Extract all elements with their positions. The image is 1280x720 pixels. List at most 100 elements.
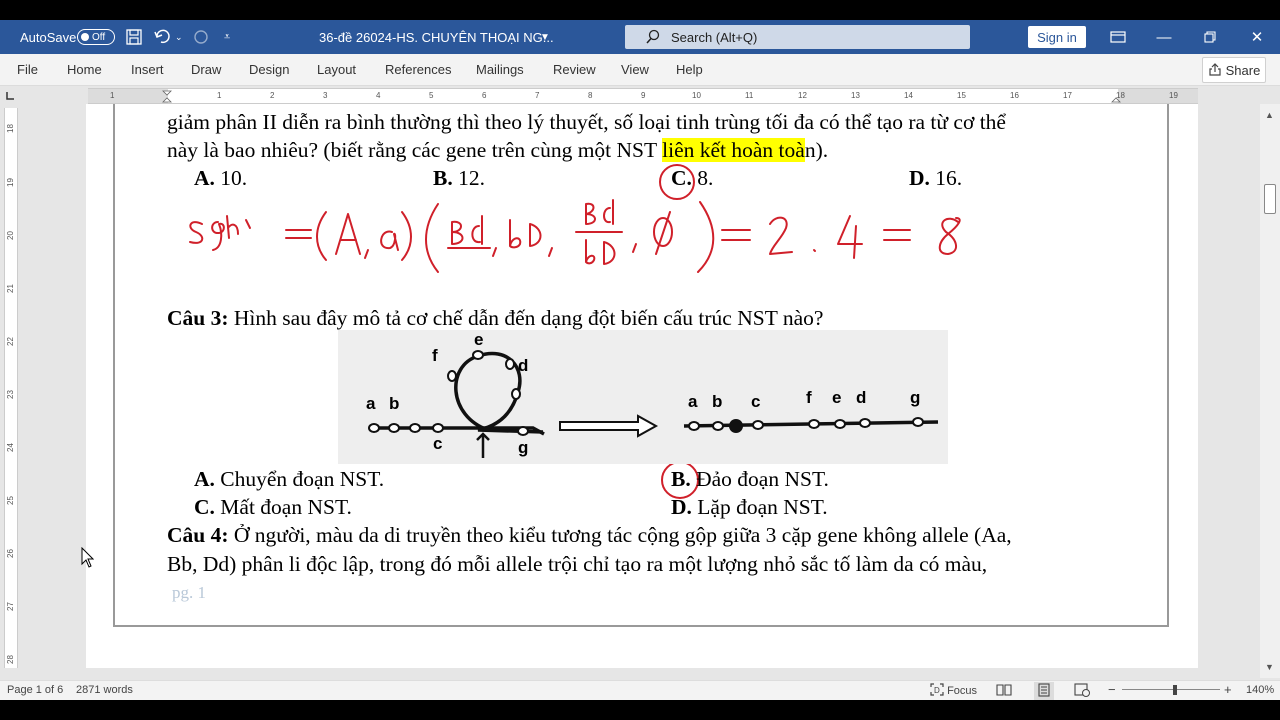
ruler-number: 23 — [5, 390, 15, 399]
search-icon — [646, 29, 660, 44]
page[interactable]: giảm phân II diễn ra bình thường thì the… — [86, 104, 1198, 668]
gene-label: b — [712, 392, 723, 411]
ruler-number: 10 — [692, 91, 701, 100]
question-3[interactable]: Câu 3: Hình sau đây mô tả cơ chế dẫn đến… — [167, 306, 823, 331]
tab-references[interactable]: References — [385, 62, 451, 77]
zoom-slider[interactable] — [1122, 689, 1220, 690]
tab-insert[interactable]: Insert — [131, 62, 164, 77]
ruler-number: 6 — [482, 91, 487, 100]
tab-mailings[interactable]: Mailings — [476, 62, 524, 77]
scroll-up-icon[interactable]: ▲ — [1265, 110, 1274, 120]
gene-label: a — [688, 392, 698, 411]
ruler-number: 26 — [5, 549, 15, 558]
tab-view[interactable]: View — [621, 62, 649, 77]
option-letter: A. — [194, 467, 215, 491]
tab-home[interactable]: Home — [67, 62, 102, 77]
scroll-thumb[interactable] — [1264, 184, 1276, 214]
option-b[interactable]: B. Đảo đoạn NST. — [671, 467, 829, 492]
screen-bottom-edge — [0, 700, 1280, 720]
ruler-number: 27 — [5, 602, 15, 611]
paragraph-line[interactable]: Bb, Dd) phân li độc lập, trong đó mỗi al… — [167, 552, 987, 577]
option-text: Mất đoạn NST. — [214, 495, 352, 519]
question-label: Câu 3: — [167, 306, 229, 330]
ruler-number: 18 — [5, 124, 15, 133]
restore-button[interactable] — [1187, 20, 1233, 54]
caret-down-icon: ▼ — [540, 31, 550, 43]
zoom-in-button[interactable]: + — [1224, 682, 1232, 697]
minimize-icon: — — [1156, 28, 1172, 46]
option-d[interactable]: D. Lặp đoạn NST. — [671, 495, 828, 520]
option-text: Đảo đoạn NST. — [690, 467, 829, 491]
question-4[interactable]: Câu 4: Ở người, màu da di truyền theo ki… — [167, 523, 1012, 548]
ruler-number: 12 — [798, 91, 807, 100]
title-dropdown-button[interactable]: ▼ — [540, 20, 550, 54]
tab-layout[interactable]: Layout — [317, 62, 356, 77]
ruler-number: 4 — [376, 91, 381, 100]
word-count[interactable]: 2871 words — [76, 684, 133, 696]
undo-icon — [154, 29, 170, 44]
undo-button[interactable]: ⌄ — [153, 20, 183, 54]
search-input[interactable]: Search (Alt+Q) — [625, 25, 970, 49]
ruler-number: 28 — [5, 655, 15, 664]
tab-file[interactable]: File — [17, 62, 38, 77]
page-info[interactable]: Page 1 of 6 — [7, 684, 63, 696]
zoom-slider-thumb[interactable] — [1173, 685, 1177, 695]
share-button[interactable]: Share — [1202, 57, 1266, 83]
option-letter: C. — [194, 495, 215, 519]
gene-label: d — [856, 388, 867, 407]
ruler-number: 19 — [5, 178, 15, 187]
ribbon-tabs: File Home Insert Draw Design Layout Refe… — [0, 54, 1280, 86]
tab-design[interactable]: Design — [249, 62, 289, 77]
scroll-down-icon[interactable]: ▼ — [1265, 662, 1274, 672]
read-mode-button[interactable] — [996, 683, 1012, 699]
mouse-cursor-icon — [81, 547, 94, 568]
zoom-level[interactable]: 140% — [1246, 684, 1274, 696]
redo-button[interactable] — [192, 20, 210, 54]
chevron-down-icon: ⌄ — [175, 31, 183, 42]
ruler-number: 9 — [641, 91, 646, 100]
option-letter: B. — [671, 467, 691, 491]
gene-label: b — [389, 394, 400, 413]
zoom-out-button[interactable]: − — [1108, 682, 1116, 697]
ruler-number: 8 — [588, 91, 593, 100]
document-title[interactable]: 36-đề 26024-HS. CHUYÊN THOẠI NG... — [319, 20, 554, 54]
share-label: Share — [1225, 62, 1261, 78]
vertical-scrollbar[interactable]: ▲ ▼ — [1260, 104, 1280, 678]
tab-selector[interactable] — [0, 88, 20, 104]
web-layout-button[interactable] — [1074, 683, 1090, 700]
close-icon: ✕ — [1250, 29, 1264, 46]
autosave-toggle[interactable]: Off — [77, 20, 115, 54]
print-layout-button[interactable] — [1034, 682, 1054, 701]
option-c[interactable]: C. Mất đoạn NST. — [194, 495, 352, 520]
save-icon — [126, 29, 142, 45]
gene-label: f — [432, 346, 438, 365]
tab-draw[interactable]: Draw — [191, 62, 221, 77]
gene-label: g — [518, 438, 529, 457]
gene-label: a — [366, 394, 376, 413]
ribbon-display-icon — [1110, 31, 1126, 43]
gene-label: c — [751, 392, 761, 411]
horizontal-ruler[interactable]: 1 1 2 3 4 5 6 7 8 9 10 11 12 13 14 15 16… — [88, 88, 1198, 104]
gene-label: g — [910, 388, 921, 407]
ruler-number: 14 — [904, 91, 913, 100]
ruler-number: 20 — [5, 231, 15, 240]
gene-label: f — [806, 388, 812, 407]
focus-button[interactable]: D Focus — [930, 683, 977, 697]
option-a[interactable]: A. Chuyển đoạn NST. — [194, 467, 384, 492]
toggle-dot-icon — [81, 33, 89, 41]
ribbon-display-options-button[interactable] — [1095, 20, 1141, 54]
tab-review[interactable]: Review — [553, 62, 596, 77]
minimize-button[interactable]: — — [1141, 20, 1187, 54]
save-button[interactable] — [125, 20, 143, 54]
customize-toolbar-button[interactable]: ⩡ — [224, 20, 230, 54]
chevron-down-icon: ⩡ — [224, 30, 231, 43]
vertical-ruler[interactable]: 18 19 20 21 22 23 24 25 26 27 28 — [4, 108, 18, 668]
ruler-number: 22 — [5, 337, 15, 346]
gene-label: d — [518, 356, 529, 375]
tab-help[interactable]: Help — [676, 62, 703, 77]
sign-in-button[interactable]: Sign in — [1028, 26, 1086, 48]
web-layout-icon — [1074, 683, 1090, 697]
document-area: giảm phân II diễn ra bình thường thì the… — [20, 104, 1260, 668]
ruler-number: 1 — [217, 91, 222, 100]
close-button[interactable]: ✕ — [1234, 20, 1280, 54]
